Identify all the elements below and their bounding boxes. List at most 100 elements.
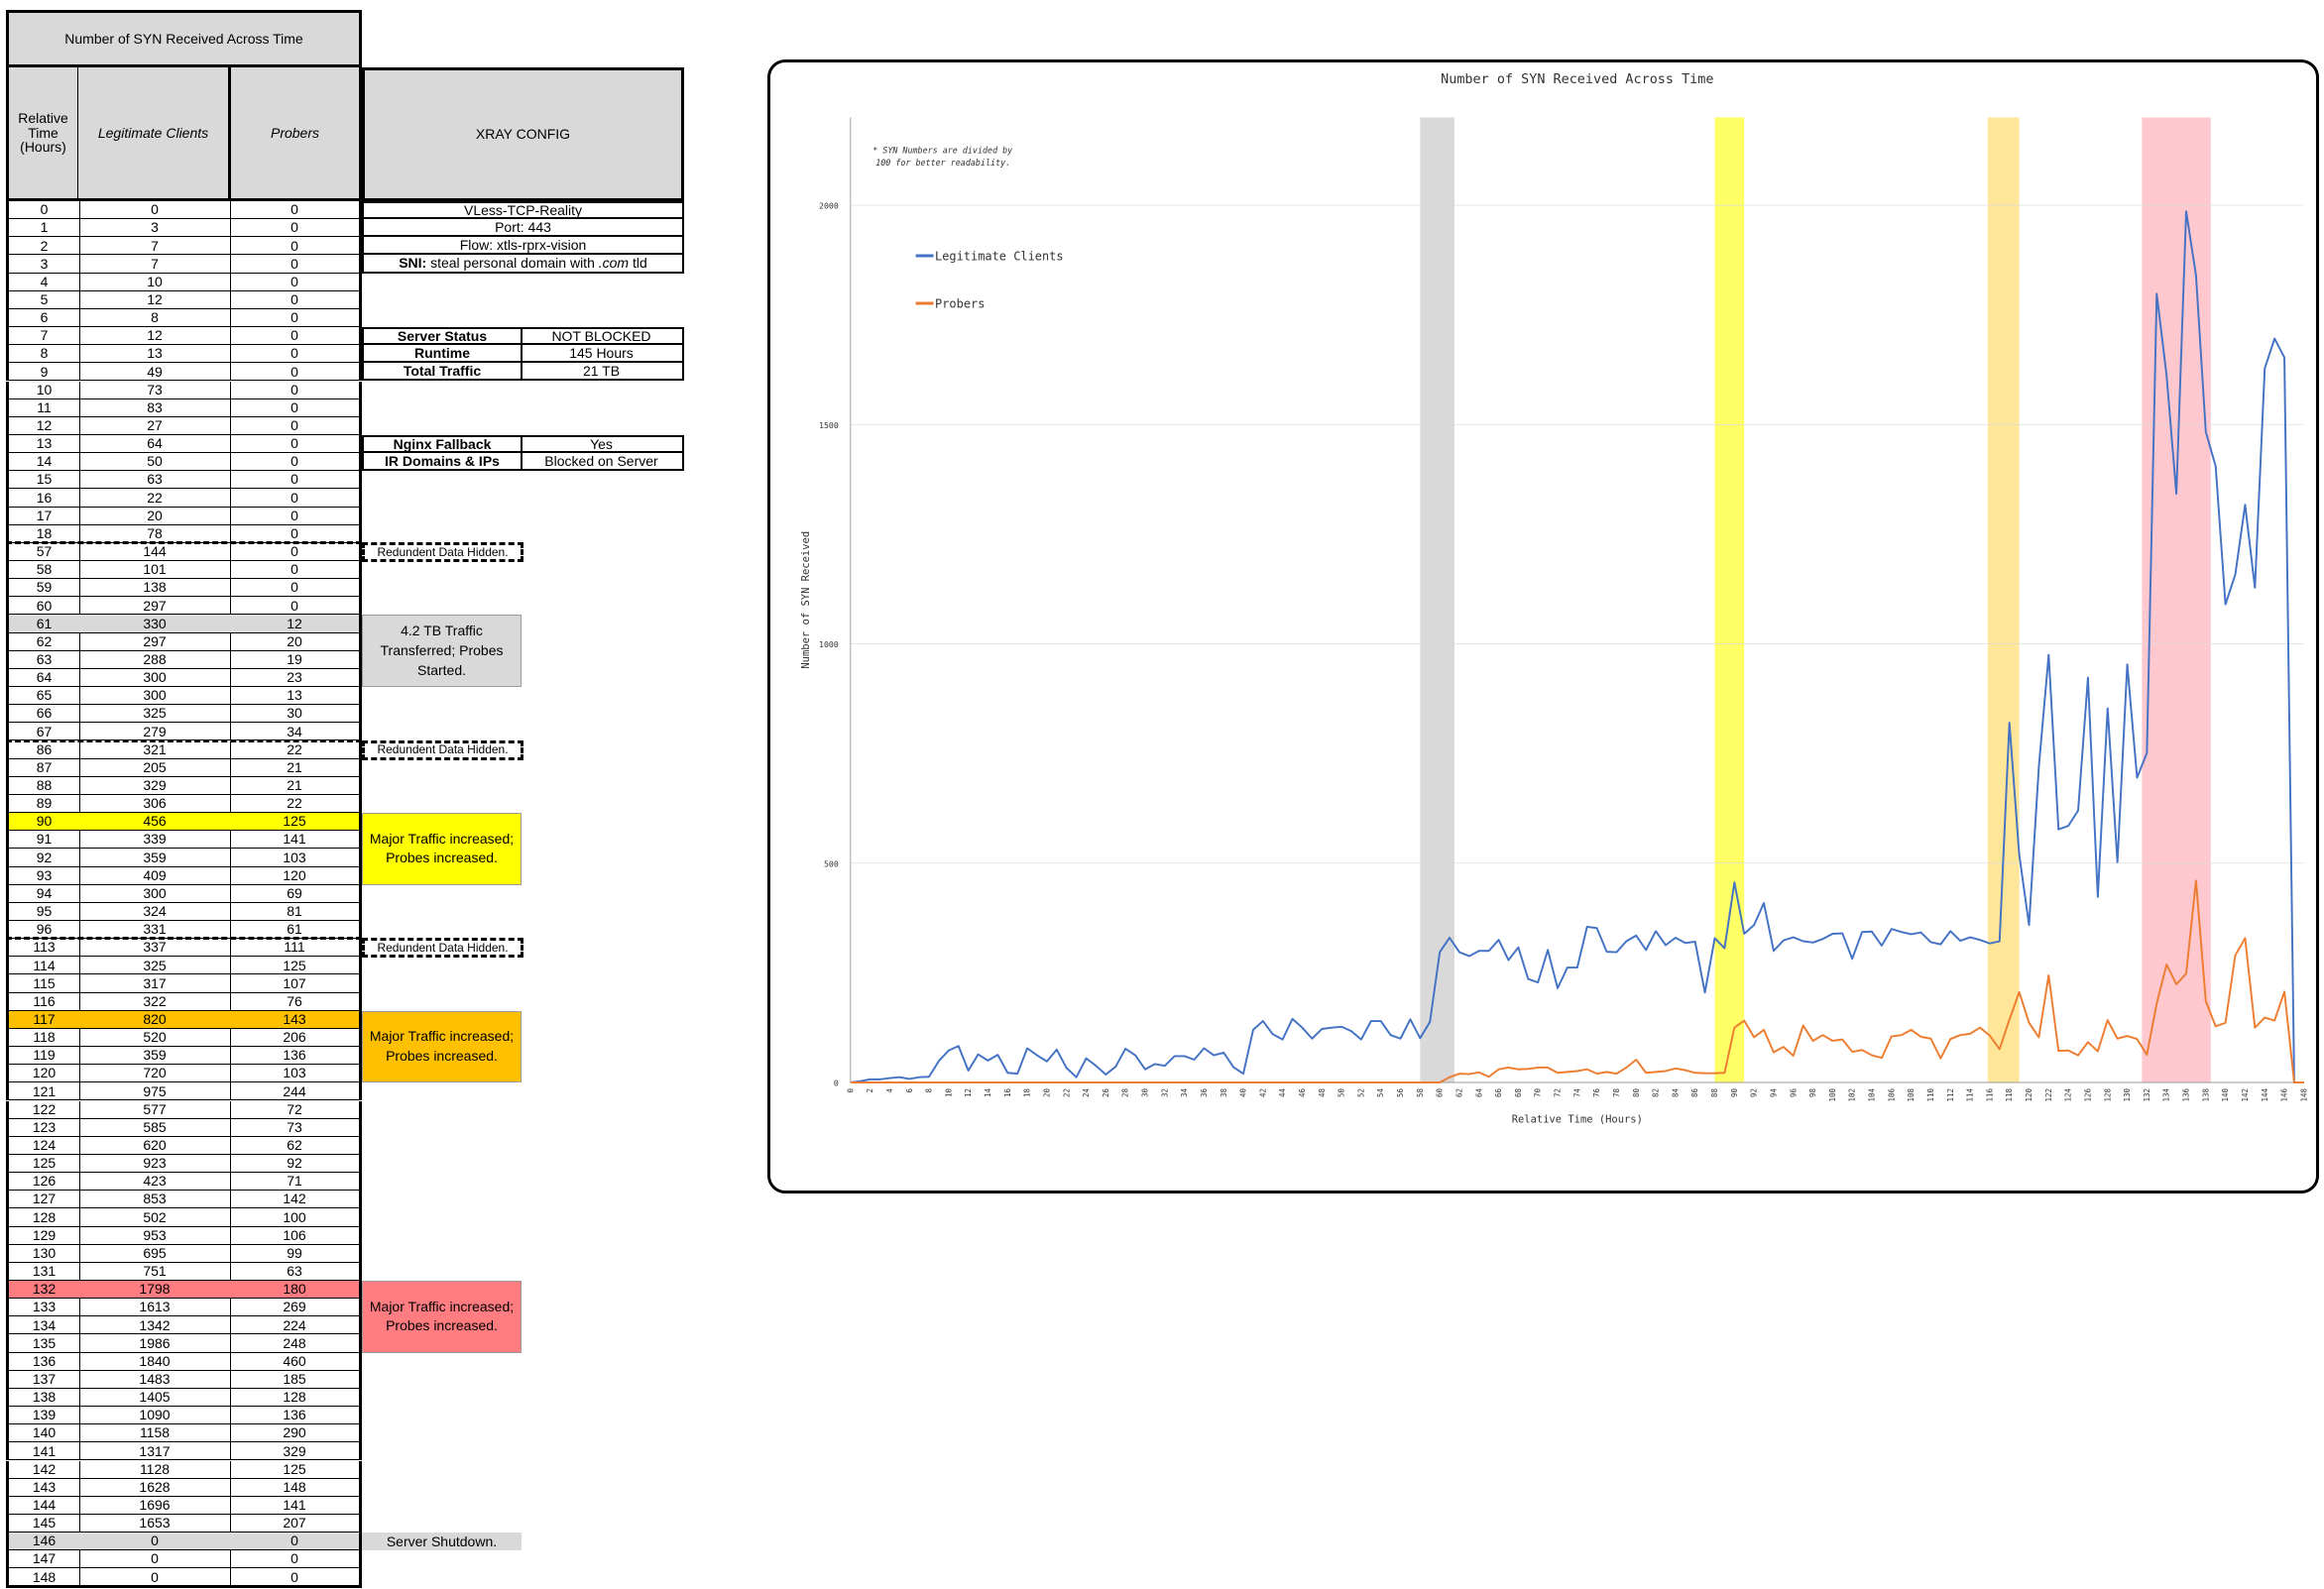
- row-legit: 751: [79, 1262, 231, 1281]
- x-tick-label: 140: [2221, 1088, 2230, 1102]
- x-tick-label: 94: [1769, 1088, 1778, 1098]
- x-tick-label: 16: [1003, 1088, 1012, 1098]
- x-tick-label: 32: [1160, 1088, 1169, 1097]
- x-tick-label: 50: [1337, 1088, 1346, 1098]
- table-bottom-border: [6, 1584, 362, 1588]
- row-legit: 321: [79, 740, 231, 759]
- legend-label: Probers: [935, 296, 985, 310]
- row-probers: 143: [230, 1010, 362, 1029]
- row-legit: 138: [79, 579, 231, 598]
- row-probers: 13: [230, 687, 362, 706]
- row-time: 9: [6, 363, 80, 382]
- row-time: 2: [6, 237, 80, 256]
- row-time: 87: [6, 758, 80, 777]
- row-time: 121: [6, 1082, 80, 1101]
- row-time: 92: [6, 849, 80, 867]
- x-tick-label: 42: [1258, 1088, 1267, 1097]
- x-tick-label: 90: [1730, 1088, 1739, 1098]
- row-legit: 205: [79, 758, 231, 777]
- row-probers: 21: [230, 758, 362, 777]
- row-legit: 720: [79, 1065, 231, 1083]
- row-time: 115: [6, 974, 80, 993]
- row-probers: 76: [230, 992, 362, 1011]
- row-probers: 141: [230, 1496, 362, 1515]
- x-tick-label: 92: [1750, 1088, 1759, 1097]
- x-tick-label: 96: [1789, 1088, 1798, 1098]
- fallback-value: Blocked on Server: [521, 453, 684, 472]
- row-time: 8: [6, 345, 80, 364]
- row-probers: 73: [230, 1118, 362, 1137]
- x-tick-label: 144: [2261, 1088, 2269, 1102]
- row-legit: 300: [79, 668, 231, 688]
- row-probers: 0: [230, 237, 362, 256]
- x-tick-label: 0: [846, 1088, 855, 1093]
- row-time: 116: [6, 992, 80, 1011]
- row-time: 143: [6, 1478, 80, 1497]
- row-probers: 69: [230, 884, 362, 903]
- x-tick-label: 2: [866, 1088, 874, 1093]
- x-tick-label: 30: [1141, 1088, 1150, 1098]
- x-tick-label: 58: [1416, 1088, 1425, 1098]
- fallback-value: Yes: [521, 434, 684, 454]
- xray-header: XRAY CONFIG: [362, 67, 684, 201]
- x-tick-label: 70: [1534, 1088, 1543, 1098]
- row-probers: 22: [230, 740, 362, 759]
- xray-line: Port: 443: [362, 219, 684, 238]
- row-legit: 10: [79, 273, 231, 291]
- row-time: 61: [6, 615, 80, 633]
- y-axis-label: Number of SYN Received: [800, 531, 812, 669]
- row-legit: 27: [79, 416, 231, 435]
- row-probers: 0: [230, 398, 362, 417]
- row-time: 145: [6, 1514, 80, 1533]
- row-probers: 0: [230, 561, 362, 580]
- row-legit: 297: [79, 597, 231, 616]
- x-tick-label: 122: [2044, 1088, 2053, 1102]
- row-probers: 0: [230, 579, 362, 598]
- row-probers: 100: [230, 1208, 362, 1227]
- row-time: 15: [6, 471, 80, 490]
- x-tick-label: 28: [1121, 1088, 1130, 1098]
- syn-line-chart: Number of SYN Received Across Time050010…: [800, 71, 2308, 1126]
- row-time: 7: [6, 327, 80, 346]
- row-time: 136: [6, 1352, 80, 1371]
- row-legit: 1158: [79, 1424, 231, 1443]
- row-probers: 0: [230, 453, 362, 472]
- row-probers: 0: [230, 363, 362, 382]
- row-probers: 0: [230, 290, 362, 309]
- row-legit: 1090: [79, 1407, 231, 1425]
- x-tick-label: 68: [1514, 1088, 1523, 1098]
- row-probers: 0: [230, 434, 362, 454]
- row-time: 113: [6, 939, 80, 958]
- row-legit: 975: [79, 1082, 231, 1101]
- row-probers: 141: [230, 831, 362, 850]
- row-time: 130: [6, 1244, 80, 1263]
- x-tick-label: 74: [1572, 1088, 1581, 1098]
- row-time: 60: [6, 597, 80, 616]
- x-tick-label: 138: [2201, 1088, 2210, 1102]
- header-probers: Probers: [230, 67, 362, 201]
- row-probers: 103: [230, 849, 362, 867]
- row-legit: 1653: [79, 1514, 231, 1533]
- x-tick-label: 116: [1985, 1088, 1994, 1102]
- x-tick-label: 98: [1808, 1088, 1817, 1098]
- row-legit: 20: [79, 507, 231, 525]
- row-time: 89: [6, 794, 80, 814]
- x-tick-label: 104: [1868, 1088, 1877, 1102]
- row-legit: 1986: [79, 1334, 231, 1353]
- chart-scaled-group: Number of SYN Received Across Time050010…: [800, 71, 2308, 1126]
- row-time: 139: [6, 1407, 80, 1425]
- x-tick-label: 148: [2299, 1088, 2308, 1102]
- row-probers: 20: [230, 632, 362, 651]
- row-legit: 923: [79, 1154, 231, 1174]
- row-time: 11: [6, 398, 80, 417]
- row-time: 114: [6, 957, 80, 975]
- x-tick-label: 62: [1455, 1088, 1464, 1097]
- row-time: 128: [6, 1208, 80, 1227]
- row-probers: 0: [230, 201, 362, 220]
- chart-annotation-line2: 100 for better readability.: [875, 158, 1010, 168]
- row-probers: 206: [230, 1028, 362, 1048]
- row-legit: 409: [79, 866, 231, 885]
- x-tick-label: 14: [984, 1088, 992, 1098]
- row-time: 62: [6, 632, 80, 651]
- row-time: 10: [6, 381, 80, 399]
